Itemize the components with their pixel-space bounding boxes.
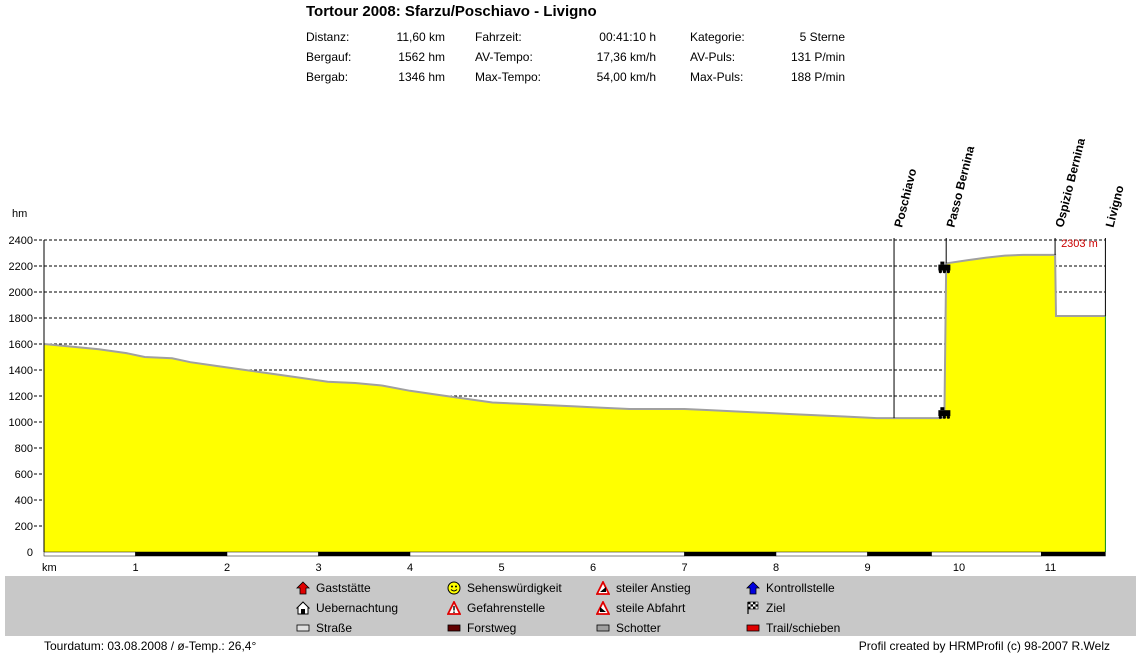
legend-label: Sehenswürdigkeit — [467, 581, 562, 595]
y-tick-label: 1800 — [9, 313, 33, 325]
house-icon — [295, 601, 311, 615]
y-axis-label: hm — [12, 208, 27, 220]
x-tick-label: 4 — [407, 562, 413, 574]
x-tick-label: 6 — [590, 562, 596, 574]
waypoint-label: Livigno — [1103, 184, 1127, 229]
legend-item: Kontrollstelle — [746, 581, 835, 595]
finish-flag-icon — [746, 601, 760, 615]
waypoint-label: Sfarzu / Hotel Zarera — [0, 0, 117, 3]
legend-label: Schotter — [616, 621, 661, 635]
legend-label: Kontrollstelle — [766, 581, 835, 595]
road-swatch-icon — [296, 621, 310, 635]
y-tick-label: 0 — [27, 547, 33, 559]
surface-segment — [1041, 551, 1106, 557]
legend-item: Schotter — [596, 621, 661, 635]
forest-road-swatch-icon — [447, 621, 461, 635]
legend-item: Sehenswürdigkeit — [447, 581, 562, 595]
checkpoint-icon — [746, 581, 760, 595]
waypoint-label: Ospizio Bernina — [1052, 136, 1088, 228]
peak-annotation: 2303 m — [1061, 238, 1098, 250]
legend-item: Ziel — [746, 601, 785, 615]
x-tick-label: 2 — [224, 562, 230, 574]
surface-segment — [867, 551, 932, 557]
surface-segment — [931, 551, 1042, 557]
legend-item: Trail/schieben — [746, 621, 840, 635]
legend-item: steiler Anstieg — [595, 579, 691, 595]
y-tick-label: 2400 — [9, 235, 33, 247]
y-tick-label: 1000 — [9, 417, 33, 429]
y-tick-label: 1200 — [9, 391, 33, 403]
x-tick-label: 5 — [498, 562, 504, 574]
y-tick-label: 1400 — [9, 365, 33, 377]
legend-item: Gefahrenstelle — [446, 599, 546, 615]
x-tick-label: 11 — [1045, 562, 1056, 574]
surface-segment — [318, 551, 411, 557]
restaurant-icon — [296, 581, 310, 595]
legend-label: Trail/schieben — [766, 621, 841, 635]
legend-item: Forstweg — [447, 621, 516, 635]
x-tick-label: 7 — [681, 562, 687, 574]
steep-climb-icon — [595, 579, 611, 595]
gravel-swatch-icon — [596, 621, 610, 635]
legend-item: Straße — [296, 621, 352, 635]
waypoint-label: Passo Bernina — [944, 144, 978, 229]
legend-label: Uebernachtung — [316, 601, 399, 615]
x-tick-label: 3 — [315, 562, 321, 574]
x-tick-label: 8 — [773, 562, 779, 574]
y-tick-label: 600 — [15, 469, 33, 481]
legend-item: Gaststätte — [296, 581, 371, 595]
waypoint-label: Poschiavo — [891, 167, 919, 229]
legend-label: Forstweg — [467, 621, 517, 635]
x-tick-label: 9 — [864, 562, 870, 574]
legend-label: steile Abfahrt — [616, 601, 686, 615]
footer-tour-date: Tourdatum: 03.08.2008 / ø-Temp.: 26,4° — [44, 639, 257, 653]
y-tick-label: 2000 — [9, 287, 33, 299]
footer-credits: Profil created by HRMProfil (c) 98-2007 … — [858, 639, 1110, 653]
smiley-icon — [447, 581, 461, 595]
legend-label: steiler Anstieg — [616, 581, 691, 595]
y-tick-label: 800 — [15, 443, 33, 455]
y-tick-label: 1600 — [9, 339, 33, 351]
y-tick-label: 200 — [15, 521, 33, 533]
danger-icon — [446, 599, 462, 615]
surface-segment — [226, 551, 319, 557]
trail-swatch-icon — [746, 621, 760, 635]
x-axis-label: km — [42, 562, 57, 574]
surface-segment — [684, 551, 777, 557]
legend-item: Uebernachtung — [295, 601, 399, 615]
x-tick-label: 1 — [132, 562, 138, 574]
surface-segment — [43, 551, 136, 557]
x-tick-label: 10 — [953, 562, 965, 574]
surface-segment — [775, 551, 868, 557]
surface-segment — [409, 551, 685, 557]
legend-label: Gaststätte — [316, 581, 371, 595]
y-tick-label: 2200 — [9, 261, 33, 273]
legend-item: steile Abfahrt — [595, 599, 686, 615]
legend-label: Ziel — [766, 601, 786, 615]
elevation-profile-chart: 0 200 400 600 800 1000 1200 1400 1600 1800 2000 220… — [0, 0, 1127, 574]
surface-segment — [135, 551, 228, 557]
legend — [5, 576, 1136, 636]
legend-label: Gefahrenstelle — [467, 601, 546, 615]
legend-label: Straße — [316, 621, 353, 635]
y-tick-label: 400 — [15, 495, 33, 507]
steep-descent-icon — [595, 599, 611, 615]
